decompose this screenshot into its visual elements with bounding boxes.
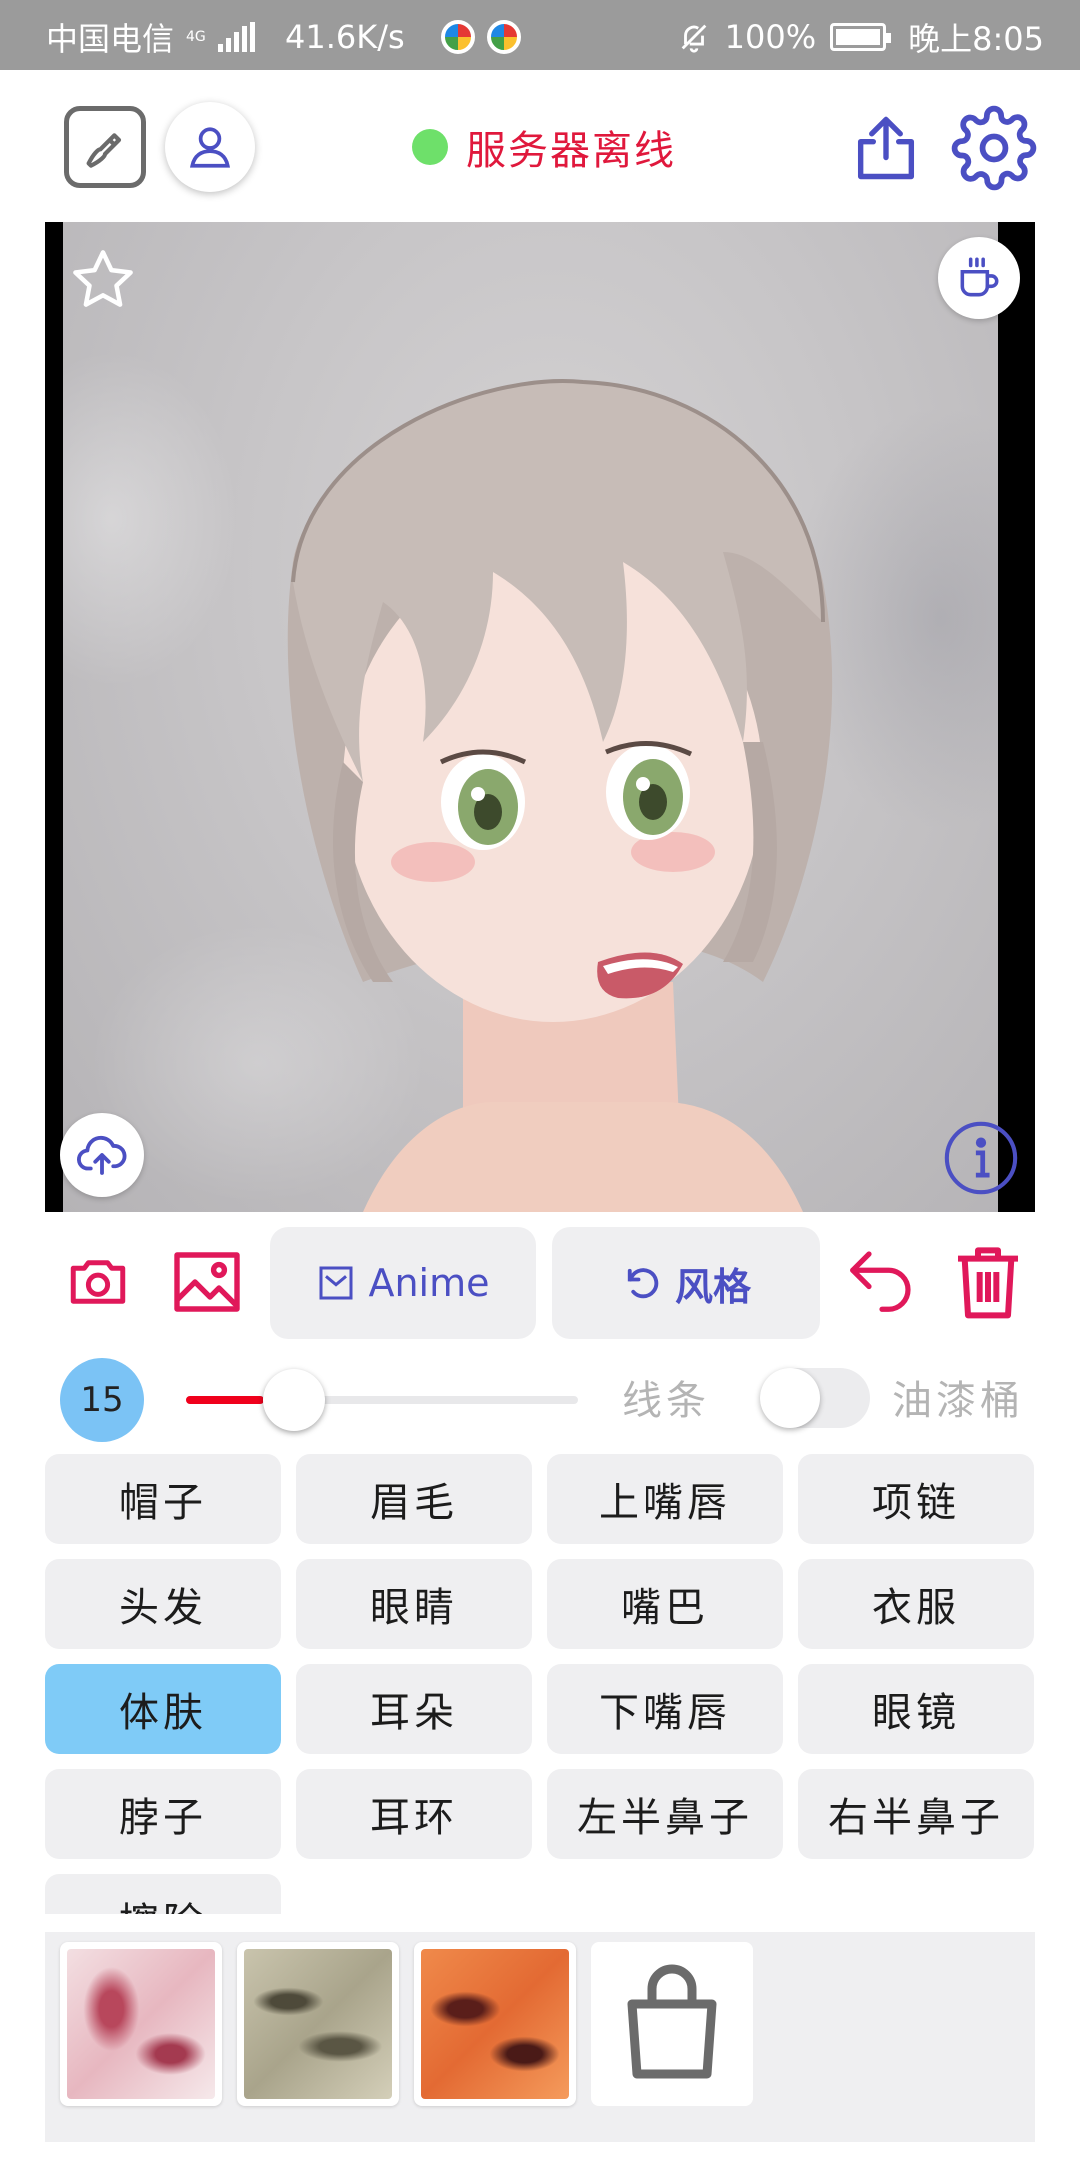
part-button[interactable]: 上嘴唇 [547,1454,783,1544]
app-notification-icon [440,20,475,54]
brush-controls: 15 线条 油漆桶 [0,1350,1080,1446]
texture-swatch[interactable] [60,1942,222,2106]
style-label: 风格 [674,1264,751,1309]
camera-icon [70,1260,126,1304]
part-button[interactable]: 耳朵 [296,1664,532,1754]
clock: 晚上8:05 [908,20,1044,58]
gallery-button[interactable] [168,1244,246,1320]
toggle-knob [760,1368,820,1428]
trash-icon [958,1247,1018,1319]
edit-icon [86,133,122,168]
cloud-upload-icon [77,1135,127,1175]
refresh-icon [627,1268,659,1299]
bucket-mode-label: 油漆桶 [892,1378,1024,1424]
brush-size-slider[interactable] [186,1396,578,1404]
undo-button[interactable] [842,1240,922,1320]
checkbox-icon [319,1266,353,1300]
texture-tray [45,1932,1035,2142]
network-type: 4G [186,29,206,45]
brush-size-badge: 15 [60,1358,144,1442]
part-button[interactable]: 擦除 [45,1874,281,1914]
user-icon [190,127,230,168]
part-button[interactable]: 眼睛 [296,1559,532,1649]
part-button[interactable]: 左半鼻子 [547,1769,783,1859]
signal-icon [218,22,256,52]
share-button[interactable] [846,108,926,188]
coffee-icon [960,257,999,297]
anime-model-button[interactable]: Anime [270,1227,536,1339]
info-icon [944,1121,1018,1195]
top-toolbar: 服务器离线 [0,70,1080,222]
part-button[interactable]: 体肤 [45,1664,281,1754]
settings-button[interactable] [950,104,1038,192]
delete-button[interactable] [946,1240,1030,1324]
server-status-text: 服务器离线 [466,128,676,174]
part-button[interactable]: 脖子 [45,1769,281,1859]
part-button[interactable]: 耳环 [296,1769,532,1859]
generated-image [63,222,1035,1212]
part-button[interactable]: 眼镜 [798,1664,1034,1754]
style-button[interactable]: 风格 [552,1227,820,1339]
gear-icon [951,105,1037,191]
texture-shop-button[interactable] [591,1942,753,2106]
battery-icon [830,23,892,51]
favorite-button[interactable] [63,240,143,320]
image-icon [174,1252,240,1312]
upload-button[interactable] [60,1113,144,1197]
part-button[interactable]: 右半鼻子 [798,1769,1034,1859]
undo-icon [850,1251,911,1312]
drawing-canvas[interactable] [45,222,1035,1212]
anime-portrait [287,379,833,1212]
anime-label: Anime [368,1261,490,1305]
share-icon [857,116,915,180]
canvas-edge [998,222,1035,1212]
part-button[interactable]: 衣服 [798,1559,1034,1649]
texture-swatch[interactable] [237,1942,399,2106]
camera-button[interactable] [60,1244,136,1320]
mute-icon [681,24,706,53]
status-indicator [412,129,448,165]
network-speed: 41.6K/s [285,18,405,56]
star-icon [73,250,133,307]
part-button[interactable]: 眉毛 [296,1454,532,1544]
app-notification-icon [486,20,521,54]
edit-button[interactable] [64,106,146,188]
battery-percent: 100% [724,18,817,56]
part-button[interactable]: 帽子 [45,1454,281,1544]
texture-swatch[interactable] [414,1942,576,2106]
status-bar: 中国电信 4G 41.6K/s 100% 晚上8:05 [0,0,1080,70]
slider-thumb[interactable] [263,1369,326,1431]
carrier-name: 中国电信 [46,20,175,58]
tool-row: Anime 风格 [0,1222,1080,1342]
shopping-bag-icon [627,1964,717,2079]
part-button[interactable]: 下嘴唇 [547,1664,783,1754]
part-button[interactable]: 嘴巴 [547,1559,783,1649]
bucket-toggle[interactable] [760,1368,870,1428]
server-status: 服务器离线 [412,118,676,176]
line-mode-label: 线条 [622,1378,710,1424]
info-button[interactable] [939,1116,1023,1200]
coffee-button[interactable] [938,237,1020,319]
part-button[interactable]: 头发 [45,1559,281,1649]
part-button[interactable]: 项链 [798,1454,1034,1544]
parts-grid: 帽子眉毛上嘴唇项链头发眼睛嘴巴衣服体肤耳朵下嘴唇眼镜脖子耳环左半鼻子右半鼻子擦除 [45,1454,1035,1914]
slider-fill [186,1396,265,1404]
user-button[interactable] [165,102,255,192]
